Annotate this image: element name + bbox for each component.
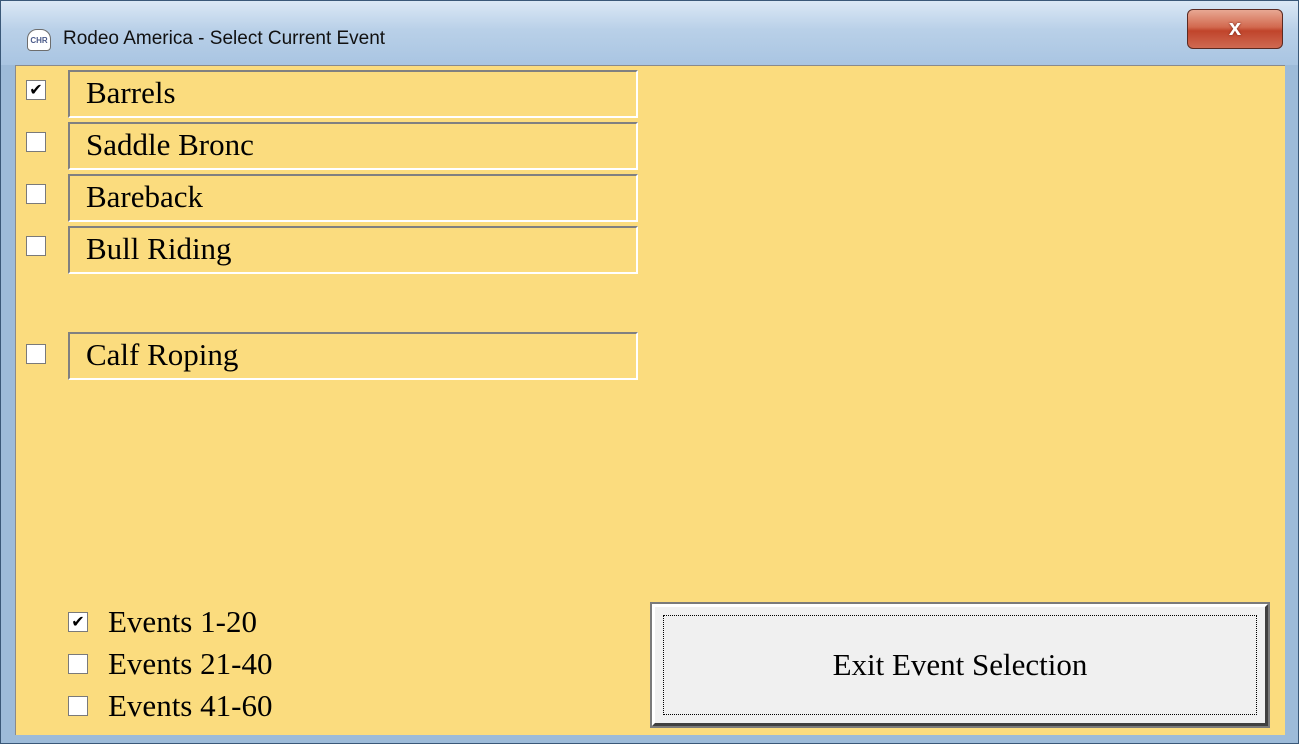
check-mark-icon: ✔ [71,612,85,631]
event-field-saddle-bronc[interactable]: Saddle Bronc [68,122,638,170]
event-checkbox-saddle-bronc[interactable] [26,132,46,152]
range-checkbox-41-60[interactable] [68,696,88,716]
window-title: Rodeo America - Select Current Event [63,28,386,49]
event-checkbox-calf-roping[interactable] [26,344,46,364]
app-window: CHR Rodeo America - Select Current Event… [0,0,1299,744]
title-bar[interactable]: CHR Rodeo America - Select Current Event… [1,1,1298,65]
range-label-1-20: Events 1-20 [108,604,257,639]
event-field-barrels[interactable]: Barrels [68,70,638,118]
range-label-41-60: Events 41-60 [108,688,273,723]
close-button[interactable]: x [1187,9,1283,49]
event-field-calf-roping[interactable]: Calf Roping [68,332,638,380]
range-checkbox-1-20[interactable]: ✔ [68,612,88,632]
exit-event-selection-button[interactable]: Exit Event Selection [652,604,1268,726]
exit-button-label: Exit Event Selection [832,647,1088,682]
event-checkbox-bull-riding[interactable] [26,236,46,256]
range-checkbox-21-40[interactable] [68,654,88,674]
app-logo-icon: CHR [27,29,51,51]
event-checkbox-bareback[interactable] [26,184,46,204]
check-mark-icon: ✔ [29,80,43,99]
range-label-21-40: Events 21-40 [108,646,273,681]
event-selection-panel: ✔ Barrels Saddle Bronc Bareback Bull Rid… [15,65,1285,735]
event-field-bareback[interactable]: Bareback [68,174,638,222]
event-checkbox-barrels[interactable]: ✔ [26,80,46,100]
event-field-bull-riding[interactable]: Bull Riding [68,226,638,274]
